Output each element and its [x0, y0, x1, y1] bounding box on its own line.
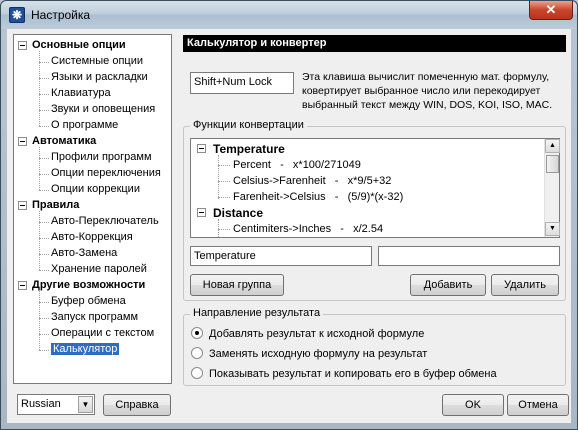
collapse-icon[interactable] [18, 41, 27, 50]
add-button[interactable]: Добавить [410, 274, 486, 296]
result-group-label: Направление результата [190, 307, 324, 319]
tree-item[interactable]: Опции коррекции [51, 182, 140, 197]
radio-replace-label: Заменять исходную формулу на результат [209, 348, 428, 360]
ok-button[interactable]: OK [442, 394, 504, 416]
tree-item-label: О программе [51, 119, 119, 131]
group-name-field[interactable]: Temperature [190, 246, 372, 266]
tree-item[interactable]: Калькулятор [51, 342, 120, 357]
tree-item[interactable]: Хранение паролей [51, 262, 147, 277]
radio-show-copy-label: Показывать результат и копировать его в … [209, 368, 497, 380]
tree-item[interactable]: Операции с текстом [51, 326, 154, 341]
tree-item-label: Операции с текстом [51, 327, 155, 339]
conversion-group-label: Функции конвертации [190, 119, 307, 131]
conversion-formula[interactable]: Inches->Centimiters - x*2.54 [233, 237, 384, 238]
radio-replace-control[interactable] [191, 347, 203, 359]
cancel-button[interactable]: Отмена [507, 394, 569, 416]
help-button[interactable]: Справка [103, 394, 171, 416]
tree-item[interactable]: Системные опции [51, 54, 143, 69]
tree-category[interactable]: Другие возможности [32, 278, 145, 293]
tree-item-label: Клавиатура [51, 87, 111, 99]
hotkey-description: Эта клавиша вычислит помеченную мат. фор… [302, 71, 553, 111]
conversion-category[interactable]: Temperature [213, 141, 285, 157]
tree-item-label: Опции переключения [51, 167, 161, 179]
tree-item-label: Калькулятор [51, 343, 120, 355]
window-title: Настройка [31, 8, 91, 22]
tree-item-label: Запуск программ [51, 311, 139, 323]
radio-append-control[interactable] [191, 327, 203, 339]
collapse-icon[interactable] [18, 281, 27, 290]
tree-item[interactable]: Авто-Коррекция [51, 230, 133, 245]
tree-item[interactable]: Языки и раскладки [51, 70, 148, 85]
language-select[interactable]: Russian ▼ [17, 394, 95, 415]
collapse-icon[interactable] [197, 144, 206, 153]
radio-show-copy-control[interactable] [191, 367, 203, 379]
tree-item-label: Звуки и оповещения [51, 103, 156, 115]
tree-item[interactable]: Клавиатура [51, 86, 111, 101]
conversion-category[interactable]: Distance [213, 205, 263, 221]
tree-item[interactable]: Опции переключения [51, 166, 161, 181]
tree-item[interactable]: Авто-Переключатель [51, 214, 159, 229]
close-icon: ✕ [545, 2, 557, 17]
list-scrollbar[interactable]: ▲ ▼ [544, 139, 560, 237]
scroll-thumb[interactable] [546, 155, 559, 173]
app-icon: ❋ [9, 7, 25, 23]
conversion-list[interactable]: Temperature Percent - x*100/271049 Celsius… [190, 138, 560, 238]
conversion-formula[interactable]: Celsius->Farenheit - x*9/5+32 [233, 173, 391, 189]
tree-item-label: Авто-Переключатель [51, 215, 159, 227]
title-bar[interactable]: ❋ Настройка ✕ [1, 1, 577, 29]
client-area: Основные опции Системные опции Языки и рас… [7, 29, 571, 423]
scroll-up-icon[interactable]: ▲ [545, 139, 560, 153]
collapse-icon[interactable] [18, 137, 27, 146]
panel-title: Калькулятор и конвертер [183, 35, 566, 52]
tree-item-label: Языки и раскладки [51, 71, 148, 83]
close-button[interactable]: ✕ [529, 1, 573, 20]
collapse-icon[interactable] [18, 201, 27, 210]
conversion-formula[interactable]: Percent - x*100/271049 [233, 157, 361, 173]
tree-item[interactable]: Буфер обмена [51, 294, 126, 309]
settings-tree[interactable]: Основные опции Системные опции Языки и рас… [13, 34, 172, 384]
tree-item[interactable]: Авто-Замена [51, 246, 117, 261]
tree-item[interactable]: О программе [51, 118, 118, 133]
tree-item-label: Хранение паролей [51, 263, 147, 275]
conversion-formula[interactable]: Farenheit->Celsius - (5/9)*(x-32) [233, 189, 403, 205]
tree-item-label: Профили программ [51, 151, 152, 163]
tree-item[interactable]: Профили программ [51, 150, 152, 165]
delete-button[interactable]: Удалить [491, 274, 559, 296]
tree-item-label: Опции коррекции [51, 183, 140, 195]
tree-item-label: Авто-Коррекция [51, 231, 133, 243]
tree-item-label: Авто-Замена [51, 247, 118, 259]
radio-append-label: Добавлять результат к исходной формуле [209, 328, 425, 340]
conversion-formula[interactable]: Centimiters->Inches - x/2.54 [233, 221, 383, 237]
language-value: Russian [21, 398, 61, 410]
collapse-icon[interactable] [197, 208, 206, 217]
tree-category[interactable]: Основные опции [32, 38, 126, 53]
scroll-down-icon[interactable]: ▼ [545, 222, 560, 236]
tree-item-label: Системные опции [51, 55, 144, 67]
chevron-down-icon[interactable]: ▼ [78, 396, 93, 413]
settings-window: ❋ Настройка ✕ Основные опции Системные оп… [0, 0, 578, 430]
new-group-button[interactable]: Новая группа [190, 274, 284, 296]
tree-item[interactable]: Запуск программ [51, 310, 138, 325]
tree-item-label: Буфер обмена [51, 295, 126, 307]
hotkey-field[interactable]: Shift+Num Lock [190, 72, 294, 94]
tree-category[interactable]: Автоматика [32, 134, 96, 149]
tree-item[interactable]: Звуки и оповещения [51, 102, 155, 117]
formula-field[interactable] [378, 246, 560, 266]
